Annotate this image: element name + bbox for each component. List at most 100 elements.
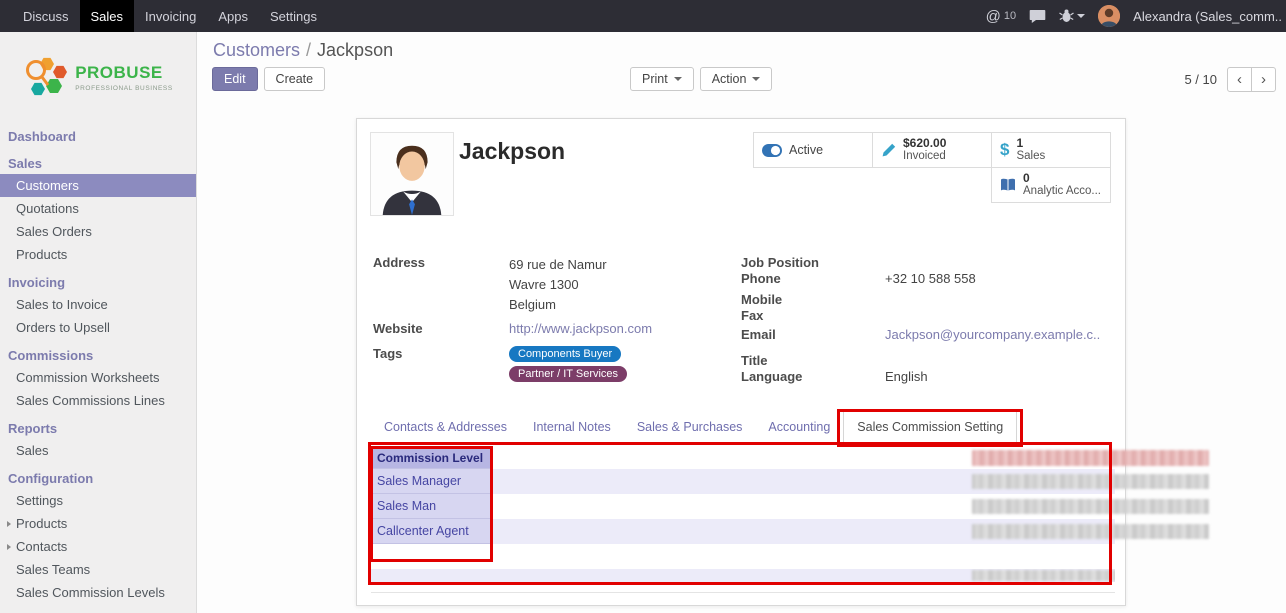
sidebar-item-sales-teams[interactable]: Sales Teams [0, 558, 196, 581]
customer-form-sheet: Jackpson Active $620.00 Invoiced $ [356, 118, 1126, 606]
pager-next-button[interactable]: › [1251, 67, 1276, 92]
sidebar-item-quotations[interactable]: Quotations [0, 197, 196, 220]
tab-sales-purchases[interactable]: Sales & Purchases [624, 411, 756, 442]
address-line-2: Wavre 1300 [509, 275, 607, 295]
sidebar-item-reports-sales[interactable]: Sales [0, 439, 196, 462]
analytic-accounts-stat-button[interactable]: 0 Analytic Acco... [991, 167, 1111, 203]
main-content: Customers/Jackpson Edit Create Print Act… [197, 32, 1286, 613]
mobile-field: Mobile [741, 292, 1113, 308]
book-icon [1000, 178, 1016, 192]
tab-sales-commission-setting[interactable]: Sales Commission Setting [843, 411, 1017, 443]
column-header-commission-level[interactable]: Commission Level [371, 447, 492, 469]
table-row-sales-manager[interactable]: Sales Manager [371, 469, 1115, 494]
table-row-sales-man[interactable]: Sales Man [371, 494, 1115, 519]
breadcrumb: Customers/Jackpson [213, 40, 393, 61]
sidebar-heading-configuration[interactable]: Configuration [0, 468, 196, 489]
chevron-right-icon [7, 544, 11, 550]
phone-label: Phone [741, 271, 885, 287]
phone-field: Phone +32 10 588 558 [741, 271, 1113, 287]
tab-accounting[interactable]: Accounting [755, 411, 843, 442]
address-line-1: 69 rue de Namur [509, 255, 607, 275]
dollar-icon: $ [1000, 140, 1009, 160]
job-position-field: Job Position [741, 255, 1113, 271]
website-link[interactable]: http://www.jackpson.com [509, 321, 652, 336]
sidebar-item-config-products[interactable]: Products [0, 512, 196, 535]
sidebar-heading-sales[interactable]: Sales [0, 153, 196, 174]
email-link[interactable]: Jackpson@yourcompany.example.c.. [885, 327, 1100, 343]
sidebar-heading-dashboard[interactable]: Dashboard [0, 126, 196, 147]
sidebar-item-settings[interactable]: Settings [0, 489, 196, 512]
menu-settings[interactable]: Settings [259, 0, 328, 32]
logo-text: PROBUSE PROFESSIONAL BUSINESS [75, 63, 173, 92]
sidebar-heading-invoicing[interactable]: Invoicing [0, 272, 196, 293]
table-cell-redacted [492, 469, 1115, 494]
customer-photo[interactable] [370, 132, 454, 216]
table-cell-redacted [492, 519, 1115, 544]
action-buttons: Print Action [630, 67, 772, 91]
breadcrumb-customers[interactable]: Customers [213, 40, 300, 60]
print-label: Print [642, 72, 668, 86]
website-label: Website [373, 321, 509, 336]
redacted-block [972, 524, 1209, 539]
fax-field: Fax [741, 308, 1113, 324]
chevron-down-icon [674, 77, 682, 81]
sidebar-item-label: Products [16, 516, 67, 531]
tags-field: Tags Components Buyer Partner / IT Servi… [373, 346, 652, 386]
tag-partner-it-services: Partner / IT Services [509, 366, 627, 382]
top-right-tools: @10 Alexandra (Sales_comm.. [986, 0, 1286, 32]
sales-count-value: 1 [1016, 136, 1045, 150]
sidebar-heading-commissions[interactable]: Commissions [0, 345, 196, 366]
pager-previous-button[interactable]: ‹ [1227, 67, 1252, 92]
active-stat-button[interactable]: Active [753, 132, 873, 168]
fax-label: Fax [741, 308, 885, 324]
table-end-divider [371, 592, 1115, 593]
sales-stat-button[interactable]: $ 1 Sales [991, 132, 1111, 168]
table-header-redacted-cell [492, 447, 1115, 469]
menu-invoicing[interactable]: Invoicing [134, 0, 207, 32]
commission-level-cell: Callcenter Agent [371, 519, 492, 544]
right-field-group: Job Position Phone +32 10 588 558 Mobile… [741, 255, 1113, 385]
menu-apps[interactable]: Apps [207, 0, 259, 32]
chat-icon[interactable] [1029, 9, 1046, 24]
create-button[interactable]: Create [264, 67, 326, 91]
user-avatar[interactable] [1098, 5, 1120, 27]
pager: 5 / 10 ‹ › [1184, 67, 1276, 92]
sidebar-item-config-contacts[interactable]: Contacts [0, 535, 196, 558]
magnifier-icon [28, 61, 45, 78]
job-position-label: Job Position [741, 255, 885, 271]
tab-label: Sales Commission Setting [857, 420, 1003, 434]
tab-internal-notes[interactable]: Internal Notes [520, 411, 624, 442]
invoiced-stat-button[interactable]: $620.00 Invoiced [872, 132, 992, 168]
user-menu[interactable]: Alexandra (Sales_comm.. [1133, 9, 1282, 24]
sidebar-item-orders-to-upsell[interactable]: Orders to Upsell [0, 316, 196, 339]
menu-discuss[interactable]: Discuss [12, 0, 80, 32]
sidebar-item-sales-commission-levels[interactable]: Sales Commission Levels [0, 581, 196, 604]
sidebar-item-products[interactable]: Products [0, 243, 196, 266]
action-dropdown[interactable]: Action [700, 67, 773, 91]
debug-icon[interactable] [1059, 9, 1085, 23]
notebook-tabs: Contacts & Addresses Internal Notes Sale… [371, 411, 1111, 443]
table-cell-redacted [492, 569, 1115, 582]
table-row-callcenter-agent[interactable]: Callcenter Agent [371, 519, 1115, 544]
phone-value: +32 10 588 558 [885, 271, 976, 287]
tab-contacts-addresses[interactable]: Contacts & Addresses [371, 411, 520, 442]
sidebar-heading-reports[interactable]: Reports [0, 418, 196, 439]
menu-sales[interactable]: Sales [80, 0, 135, 32]
sidebar-item-customers[interactable]: Customers [0, 174, 196, 197]
edit-button[interactable]: Edit [212, 67, 258, 91]
mention-icon[interactable]: @10 [986, 8, 1016, 25]
commission-level-cell: Sales Manager [371, 469, 492, 494]
top-menu: Discuss Sales Invoicing Apps Settings [0, 0, 328, 32]
mention-count: 10 [1004, 10, 1016, 22]
address-line-3: Belgium [509, 295, 607, 315]
sidebar-item-sales-orders[interactable]: Sales Orders [0, 220, 196, 243]
sidebar-item-commission-worksheets[interactable]: Commission Worksheets [0, 366, 196, 389]
address-field: Address 69 rue de Namur Wavre 1300 Belgi… [373, 255, 652, 315]
logo-subtitle: PROFESSIONAL BUSINESS [75, 85, 173, 92]
redacted-block [972, 474, 1209, 489]
print-dropdown[interactable]: Print [630, 67, 694, 91]
table-row-empty [371, 544, 1115, 569]
sidebar-item-sales-to-invoice[interactable]: Sales to Invoice [0, 293, 196, 316]
sidebar-item-sales-commissions-lines[interactable]: Sales Commissions Lines [0, 389, 196, 412]
language-field: Language English [741, 369, 1113, 385]
